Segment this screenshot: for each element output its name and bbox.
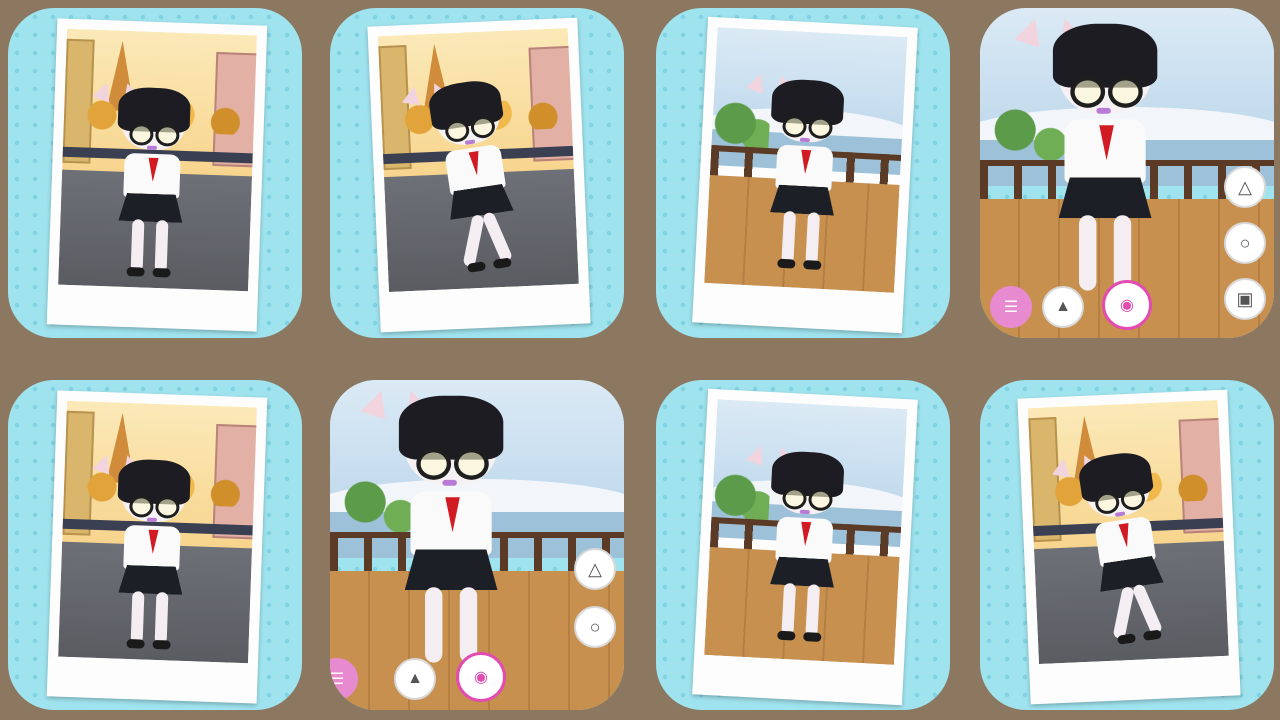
polaroid-frame xyxy=(692,388,918,706)
photo-tile-5[interactable] xyxy=(8,380,302,710)
photo-tile-4[interactable]: △ ○ ▣ ☰ ▲ ◉ xyxy=(980,8,1274,338)
photo-tile-7[interactable] xyxy=(656,380,950,710)
snow-balcony-scene xyxy=(704,399,908,665)
photo-tile-2[interactable] xyxy=(330,8,624,338)
polaroid-frame xyxy=(692,16,918,334)
polaroid-frame xyxy=(46,18,268,332)
camera-icon[interactable]: ◉ xyxy=(456,652,506,702)
paris-scene xyxy=(377,27,579,293)
photo-tile-8[interactable] xyxy=(980,380,1274,710)
photo-tile-3[interactable] xyxy=(656,8,950,338)
photo-tile-6[interactable]: △ ○ ☰ ▲ ◉ xyxy=(330,380,624,710)
paris-scene xyxy=(58,400,257,664)
gallery-icon[interactable]: ▲ xyxy=(1042,286,1084,328)
settings-icon[interactable]: ☰ xyxy=(990,286,1032,328)
paris-scene xyxy=(58,28,257,292)
camera-icon[interactable]: ◉ xyxy=(1102,280,1152,330)
paris-scene xyxy=(1027,399,1229,665)
dress-icon[interactable]: △ xyxy=(574,548,616,590)
lips-icon[interactable]: ○ xyxy=(1224,222,1266,264)
polaroid-frame xyxy=(1017,389,1241,705)
dress-icon[interactable]: △ xyxy=(1224,166,1266,208)
photo-frame-icon[interactable]: ▣ xyxy=(1224,278,1266,320)
polaroid-frame xyxy=(46,390,268,704)
photo-tile-1[interactable] xyxy=(8,8,302,338)
polaroid-frame xyxy=(367,17,591,333)
snow-balcony-scene xyxy=(704,27,908,293)
lips-icon[interactable]: ○ xyxy=(574,606,616,648)
gallery-icon[interactable]: ▲ xyxy=(394,658,436,700)
